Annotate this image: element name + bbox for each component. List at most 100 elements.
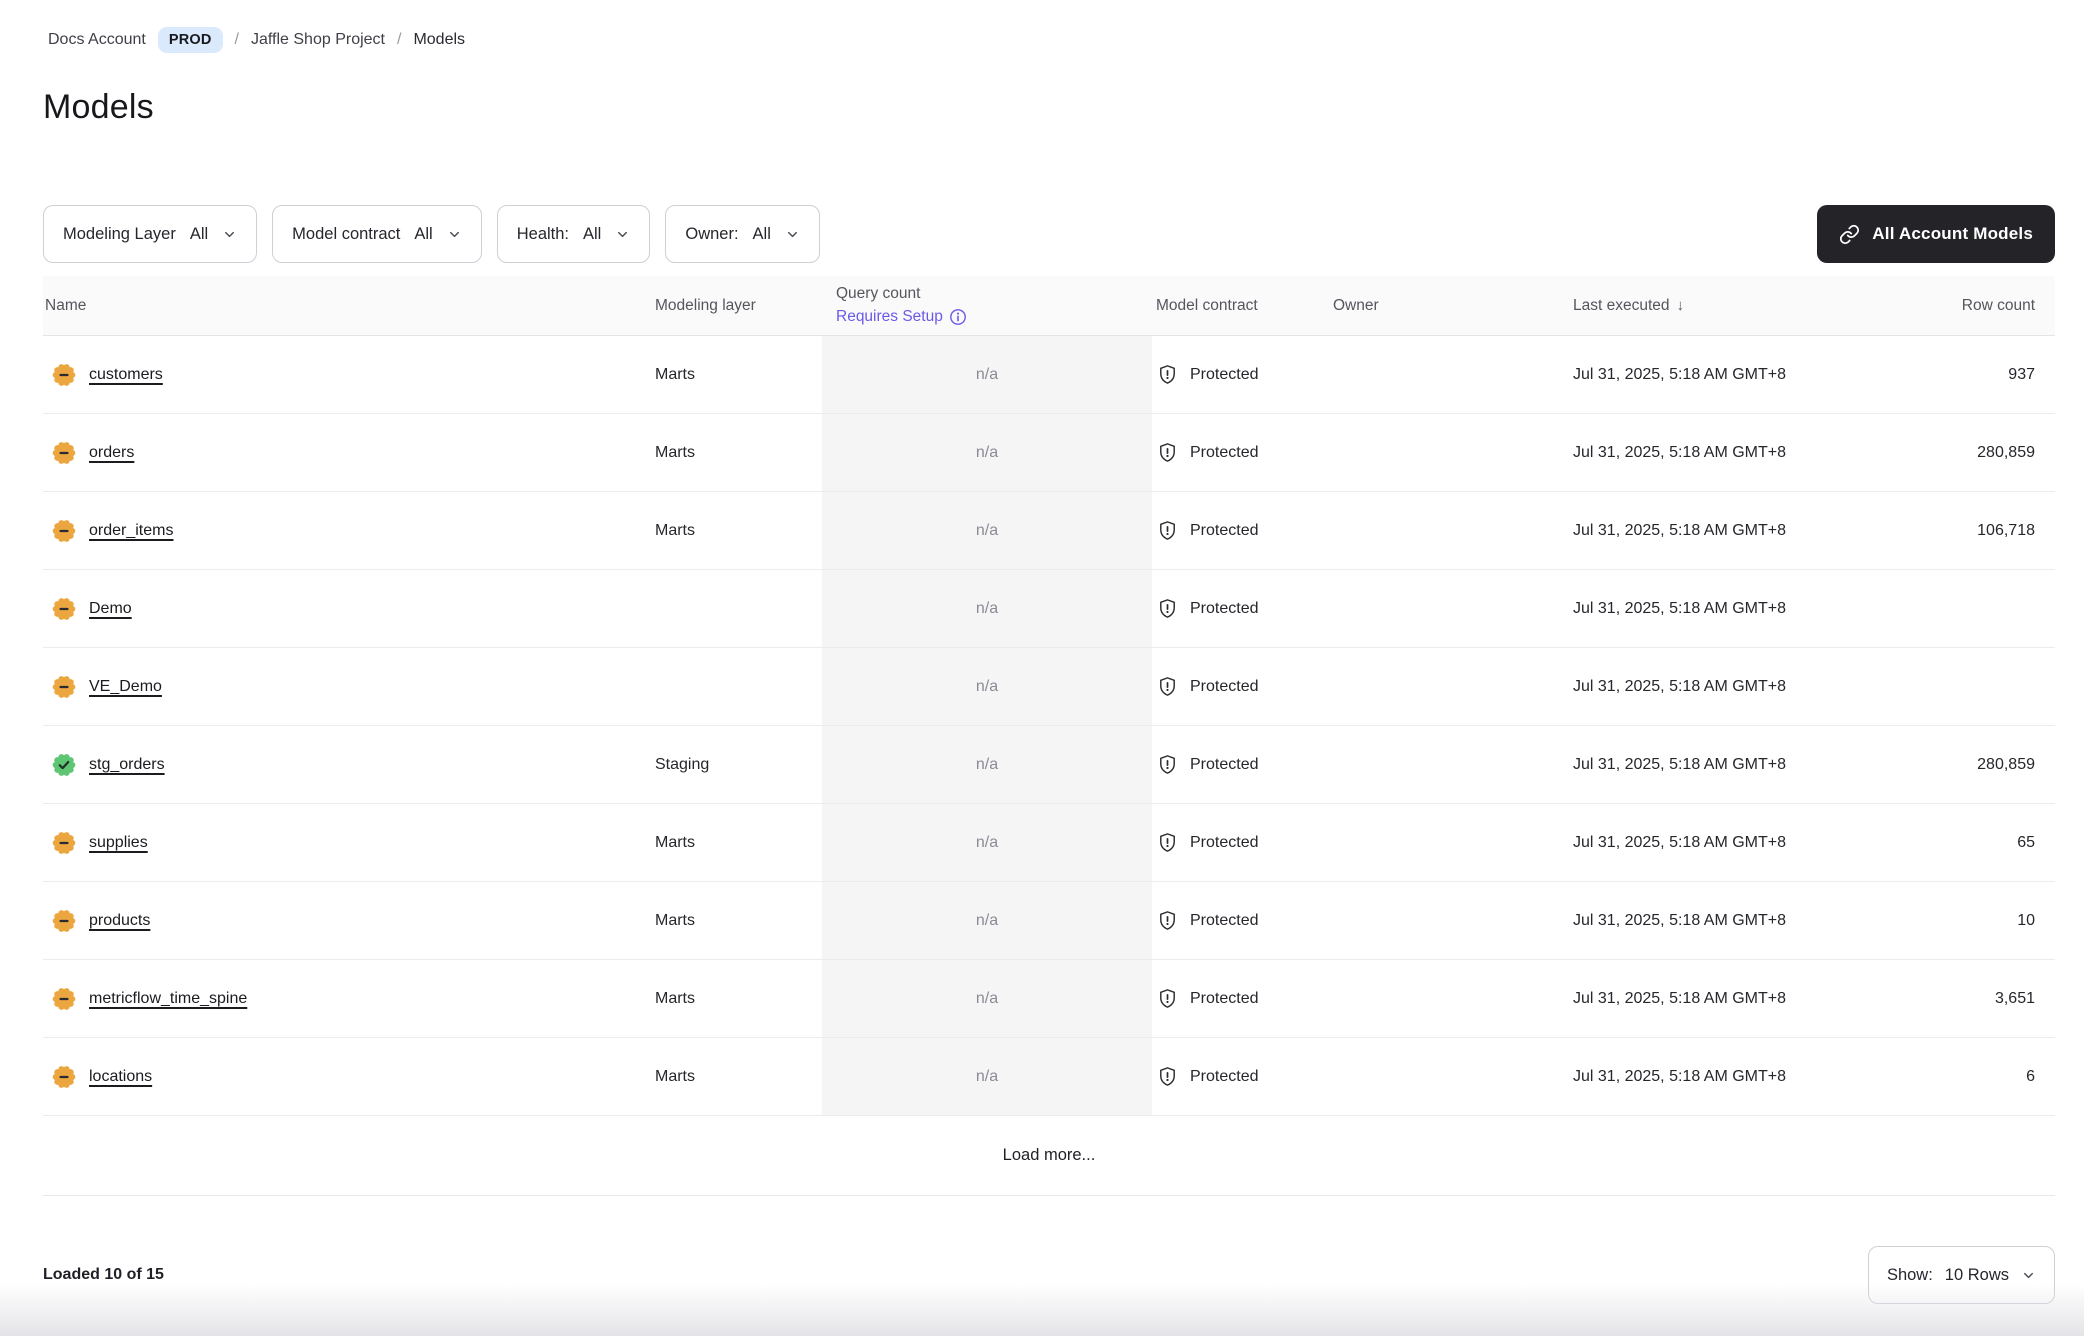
model-name-link[interactable]: supplies (89, 834, 148, 852)
model-contract-label: Protected (1190, 678, 1258, 696)
row-count-cell: 106,718 (1850, 492, 2055, 569)
query-count-cell: n/a (822, 882, 1152, 959)
chevron-down-icon (447, 227, 462, 242)
query-count-cell: n/a (822, 804, 1152, 881)
breadcrumb-project[interactable]: Jaffle Shop Project (251, 31, 385, 49)
chevron-down-icon (2021, 1268, 2036, 1283)
load-more-row: Load more... (43, 1116, 2055, 1196)
model-name-link[interactable]: VE_Demo (89, 678, 162, 696)
row-count-cell: 65 (1850, 804, 2055, 881)
model-contract-cell: Protected (1152, 1038, 1330, 1115)
owner-cell (1330, 726, 1565, 803)
modeling-layer-cell (636, 570, 822, 647)
row-count-cell: 280,859 (1850, 414, 2055, 491)
breadcrumb: Docs Account PROD / Jaffle Shop Project … (43, 24, 2055, 56)
model-contract-cell: Protected (1152, 882, 1330, 959)
table-body: customers Marts n/a Protected Jul 31, 20… (43, 336, 2055, 1116)
model-contract-label: Protected (1190, 912, 1258, 930)
breadcrumb-separator: / (397, 31, 401, 49)
shield-icon (1156, 1065, 1179, 1088)
last-executed-cell: Jul 31, 2025, 5:18 AM GMT+8 (1565, 570, 1850, 647)
model-contract-label: Protected (1190, 522, 1258, 540)
model-contract-cell: Protected (1152, 492, 1330, 569)
shield-icon (1156, 831, 1179, 854)
row-count-cell: 10 (1850, 882, 2055, 959)
last-executed-cell: Jul 31, 2025, 5:18 AM GMT+8 (1565, 882, 1850, 959)
query-count-cell: n/a (822, 570, 1152, 647)
owner-cell (1330, 336, 1565, 413)
header-modeling-layer[interactable]: Modeling layer (636, 276, 822, 335)
model-name-link[interactable]: metricflow_time_spine (89, 990, 247, 1008)
owner-cell (1330, 1038, 1565, 1115)
table-row: metricflow_time_spine Marts n/a Protecte… (43, 960, 2055, 1038)
last-executed-cell: Jul 31, 2025, 5:18 AM GMT+8 (1565, 726, 1850, 803)
show-value: 10 Rows (1945, 1266, 2009, 1285)
footer-bar: Loaded 10 of 15 Show: 10 Rows (43, 1196, 2055, 1304)
all-account-models-button[interactable]: All Account Models (1817, 205, 2055, 263)
breadcrumb-account[interactable]: Docs Account (48, 31, 146, 49)
filter-bar: Modeling Layer All Model contract All He… (43, 205, 2055, 263)
shield-icon (1156, 363, 1179, 386)
table-row: Demo n/a Protected Jul 31, 2025, 5:18 AM… (43, 570, 2055, 648)
query-count-cell: n/a (822, 960, 1152, 1037)
models-table: Name Modeling layer Query count Requires… (43, 276, 2055, 1196)
filter-label: Owner: (685, 225, 738, 244)
chevron-down-icon (785, 227, 800, 242)
query-count-cell: n/a (822, 1038, 1152, 1115)
model-contract-cell: Protected (1152, 726, 1330, 803)
model-name-link[interactable]: customers (89, 366, 163, 384)
model-contract-cell: Protected (1152, 960, 1330, 1037)
owner-cell (1330, 414, 1565, 491)
row-count-cell (1850, 648, 2055, 725)
table-header-row: Name Modeling layer Query count Requires… (43, 276, 2055, 336)
last-executed-cell: Jul 31, 2025, 5:18 AM GMT+8 (1565, 414, 1850, 491)
page-title: Models (43, 88, 2055, 127)
header-row-count[interactable]: Row count (1850, 276, 2055, 335)
show-rows-select[interactable]: Show: 10 Rows (1868, 1246, 2055, 1304)
header-model-contract[interactable]: Model contract (1152, 276, 1330, 335)
name-cell: VE_Demo (43, 648, 636, 725)
query-count-cell: n/a (822, 492, 1152, 569)
chevron-down-icon (615, 227, 630, 242)
chevron-down-icon (222, 227, 237, 242)
health-badge-icon (52, 987, 76, 1011)
model-name-link[interactable]: locations (89, 1068, 152, 1086)
filter-model-contract[interactable]: Model contract All (272, 205, 482, 263)
owner-cell (1330, 882, 1565, 959)
owner-cell (1330, 570, 1565, 647)
model-contract-cell: Protected (1152, 570, 1330, 647)
model-name-link[interactable]: Demo (89, 600, 132, 618)
shield-icon (1156, 675, 1179, 698)
filter-health[interactable]: Health: All (497, 205, 651, 263)
model-name-link[interactable]: products (89, 912, 150, 930)
model-name-link[interactable]: orders (89, 444, 134, 462)
filter-owner[interactable]: Owner: All (665, 205, 820, 263)
loaded-count-text: Loaded 10 of 15 (43, 1266, 164, 1284)
owner-cell (1330, 648, 1565, 725)
model-name-link[interactable]: stg_orders (89, 756, 165, 774)
name-cell: supplies (43, 804, 636, 881)
row-count-cell (1850, 570, 2055, 647)
model-name-link[interactable]: order_items (89, 522, 173, 540)
load-more-button[interactable]: Load more... (1003, 1146, 1096, 1165)
filter-modeling-layer[interactable]: Modeling Layer All (43, 205, 257, 263)
name-cell: metricflow_time_spine (43, 960, 636, 1037)
breadcrumb-current: Models (413, 31, 465, 49)
last-executed-cell: Jul 31, 2025, 5:18 AM GMT+8 (1565, 336, 1850, 413)
header-name[interactable]: Name (43, 276, 636, 335)
owner-cell (1330, 960, 1565, 1037)
header-last-executed[interactable]: Last executed ↓ (1565, 276, 1850, 335)
model-contract-cell: Protected (1152, 804, 1330, 881)
sort-descending-icon[interactable]: ↓ (1677, 297, 1685, 314)
filter-label: Health: (517, 225, 569, 244)
name-cell: order_items (43, 492, 636, 569)
requires-setup-link[interactable]: Requires Setup (836, 307, 967, 327)
owner-cell (1330, 804, 1565, 881)
query-count-cell: n/a (822, 414, 1152, 491)
info-icon[interactable] (949, 308, 967, 326)
filter-value: All (190, 225, 208, 244)
filter-value: All (583, 225, 601, 244)
table-row: VE_Demo n/a Protected Jul 31, 2025, 5:18… (43, 648, 2055, 726)
header-owner[interactable]: Owner (1330, 276, 1565, 335)
row-count-cell: 280,859 (1850, 726, 2055, 803)
